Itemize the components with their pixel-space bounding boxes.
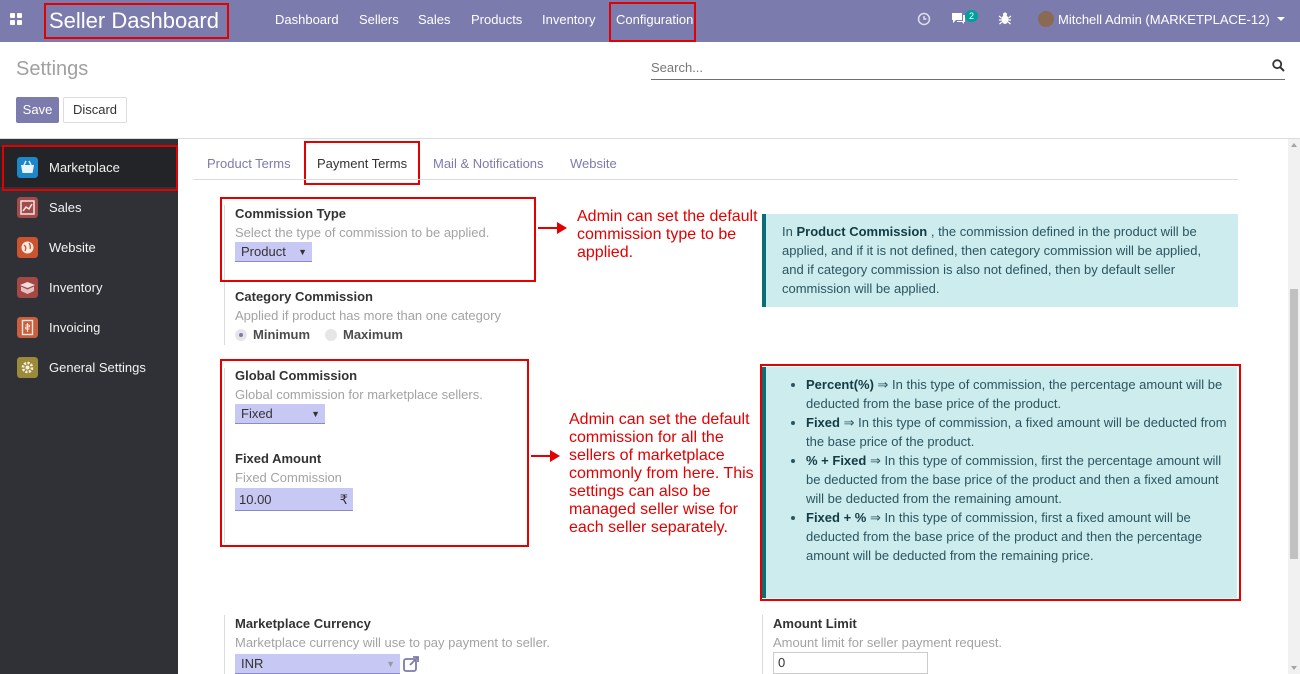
bug-icon[interactable]: [998, 11, 1012, 26]
sidebar-item-sales[interactable]: Sales: [0, 187, 178, 227]
field-rule: [224, 615, 225, 674]
website-icon: [17, 237, 38, 258]
app-brand[interactable]: Seller Dashboard: [44, 3, 229, 39]
menu-dashboard[interactable]: Dashboard: [275, 12, 339, 27]
sidebar-item-label: General Settings: [49, 360, 146, 375]
search-input[interactable]: Search...: [651, 58, 1285, 80]
amount-limit-help: Amount limit for seller payment request.: [773, 635, 1003, 650]
radio-minimum[interactable]: [235, 329, 247, 341]
invoicing-icon: [17, 317, 38, 338]
avatar[interactable]: [1038, 11, 1054, 27]
amount-limit-value: 0: [778, 655, 786, 670]
scroll-down-icon[interactable]: [1291, 666, 1297, 670]
chat-icon[interactable]: [950, 11, 966, 26]
marketplace-currency-title: Marketplace Currency: [235, 616, 371, 631]
page-title: Settings: [16, 58, 89, 80]
product-commission-info: In Product Commission , the commission d…: [762, 214, 1238, 307]
marketplace-currency-value: INR: [241, 656, 264, 671]
field-rule: [762, 615, 763, 674]
sidebar-item-general-settings[interactable]: General Settings: [0, 347, 178, 387]
info-prefix: In: [782, 224, 793, 239]
marketplace-currency-help: Marketplace currency will use to pay pay…: [235, 635, 551, 650]
scroll-up-icon[interactable]: [1291, 143, 1297, 147]
sales-icon: [17, 197, 38, 218]
discard-button[interactable]: Discard: [63, 97, 127, 123]
menu-sellers[interactable]: Sellers: [359, 12, 399, 27]
sidebar-item-invoicing[interactable]: Invoicing: [0, 307, 178, 347]
top-navbar: Seller Dashboard Dashboard Sellers Sales…: [0, 0, 1300, 42]
sidebar-item-label: Inventory: [49, 280, 103, 295]
chat-count-badge: 2: [965, 10, 979, 22]
global-commission-highlight: [220, 359, 529, 547]
inventory-icon: [17, 277, 38, 298]
tabs-divider: [193, 179, 1238, 180]
commission-types-highlight: [760, 364, 1241, 601]
gear-icon: [17, 357, 38, 378]
scrollbar[interactable]: [1288, 139, 1300, 674]
sidebar-item-website[interactable]: Website: [0, 227, 178, 267]
annotation-arrow: [538, 227, 558, 229]
tab-website[interactable]: Website: [570, 156, 617, 171]
annotation-arrow-head: [557, 222, 567, 234]
radio-minimum-label[interactable]: Minimum: [253, 327, 310, 342]
scroll-thumb[interactable]: [1290, 289, 1298, 559]
sidebar-item-label: Website: [49, 240, 96, 255]
tab-mail-notifications[interactable]: Mail & Notifications: [433, 156, 544, 171]
menu-products[interactable]: Products: [471, 12, 522, 27]
annotation-global-commission: Admin can set the default commission for…: [569, 411, 754, 536]
save-button[interactable]: Save: [16, 97, 59, 123]
annotation-arrow-head: [550, 450, 560, 462]
amount-limit-title: Amount Limit: [773, 616, 857, 631]
caret-down-icon[interactable]: [1277, 17, 1285, 21]
menu-inventory[interactable]: Inventory: [542, 12, 595, 27]
info-bold-term: Product Commission: [796, 224, 928, 239]
commission-type-highlight: [220, 197, 536, 282]
clock-icon[interactable]: [917, 12, 931, 26]
radio-maximum[interactable]: [325, 329, 337, 341]
amount-limit-input[interactable]: 0: [773, 652, 928, 674]
annotation-arrow: [531, 455, 551, 457]
sidebar-item-label: Sales: [49, 200, 82, 215]
sidebar-item-inventory[interactable]: Inventory: [0, 267, 178, 307]
external-link-icon[interactable]: [402, 655, 420, 673]
search-placeholder: Search...: [651, 60, 704, 75]
tab-product-terms[interactable]: Product Terms: [207, 156, 291, 171]
category-commission-help: Applied if product has more than one cat…: [235, 308, 501, 323]
category-commission-title: Category Commission: [235, 289, 373, 304]
marketplace-currency-select[interactable]: INR ▼: [235, 654, 400, 674]
dropdown-arrow-icon: ▼: [386, 659, 395, 669]
sidebar-item-label: Invoicing: [49, 320, 101, 335]
search-icon[interactable]: [1272, 59, 1285, 72]
user-menu[interactable]: Mitchell Admin (MARKETPLACE-12): [1058, 12, 1270, 27]
apps-icon[interactable]: [10, 13, 24, 27]
annotation-commission-type: Admin can set the default commission typ…: [577, 208, 758, 261]
marketplace-highlight: [2, 145, 178, 191]
radio-maximum-label[interactable]: Maximum: [343, 327, 403, 342]
menu-sales[interactable]: Sales: [418, 12, 451, 27]
configuration-highlight: [609, 2, 696, 42]
